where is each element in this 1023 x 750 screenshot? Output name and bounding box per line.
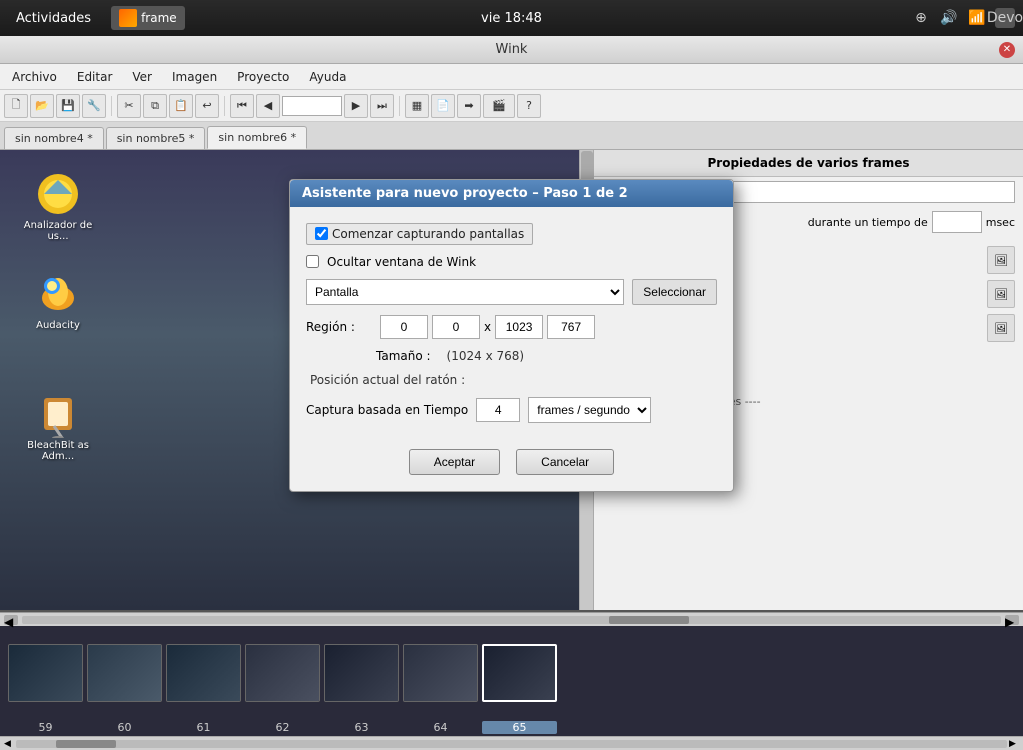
region-y2[interactable]	[547, 315, 595, 339]
region-x1[interactable]	[380, 315, 428, 339]
captura-row: Captura basada en Tiempo frames / segund…	[306, 397, 717, 423]
dialog-footer: Aceptar Cancelar	[290, 439, 733, 491]
pantalla-row: Pantalla Seleccionar	[306, 279, 717, 305]
captura-unit-select[interactable]: frames / segundo	[528, 397, 651, 423]
region-row: Región : x	[306, 315, 717, 339]
dialog-title: Asistente para nuevo proyecto – Paso 1 d…	[302, 186, 628, 201]
ocultar-row: Ocultar ventana de Wink	[306, 255, 717, 269]
dialog-overlay: Asistente para nuevo proyecto – Paso 1 d…	[0, 0, 1023, 750]
ocultar-label: Ocultar ventana de Wink	[327, 255, 476, 269]
region-label: Región :	[306, 320, 376, 334]
tamano-row: Tamaño : (1024 x 768)	[306, 349, 717, 363]
dialog-body: Comenzar capturando pantallas Ocultar ve…	[290, 207, 733, 439]
comenzar-label: Comenzar capturando pantallas	[332, 227, 524, 241]
comenzar-row: Comenzar capturando pantallas	[306, 223, 717, 245]
captura-label: Captura basada en Tiempo	[306, 403, 468, 417]
dialog-asistente: Asistente para nuevo proyecto – Paso 1 d…	[289, 179, 734, 492]
ocultar-checkbox[interactable]	[306, 255, 319, 268]
region-x-sep: x	[484, 320, 491, 334]
cancelar-button[interactable]: Cancelar	[516, 449, 614, 475]
aceptar-button[interactable]: Aceptar	[409, 449, 500, 475]
comenzar-check-label: Comenzar capturando pantallas	[306, 223, 533, 245]
dialog-titlebar: Asistente para nuevo proyecto – Paso 1 d…	[290, 180, 733, 207]
comenzar-checkbox[interactable]	[315, 227, 328, 240]
raton-label: Posición actual del ratón :	[306, 373, 465, 387]
region-y1[interactable]	[432, 315, 480, 339]
tamano-value: (1024 x 768)	[447, 349, 525, 363]
pantalla-select[interactable]: Pantalla	[306, 279, 624, 305]
seleccionar-button[interactable]: Seleccionar	[632, 279, 717, 305]
captura-value[interactable]	[476, 398, 520, 422]
region-x2[interactable]	[495, 315, 543, 339]
tamano-label: Tamaño :	[306, 349, 431, 363]
raton-row: Posición actual del ratón :	[306, 373, 717, 387]
